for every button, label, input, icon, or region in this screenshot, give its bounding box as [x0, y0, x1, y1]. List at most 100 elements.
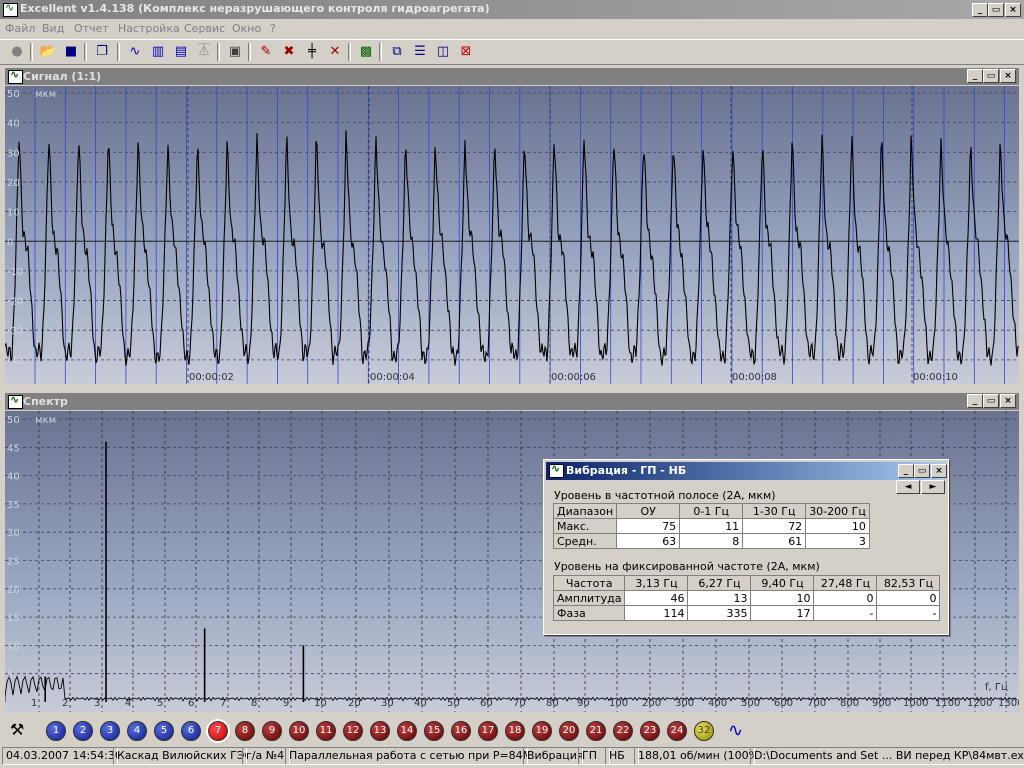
channel-button[interactable]: 8 — [235, 721, 255, 741]
tile-horizontal-icon[interactable]: ☰ — [410, 42, 430, 62]
channel-button[interactable]: 24 — [667, 721, 687, 741]
band-header-cell: 30-200 Гц — [805, 503, 870, 519]
properties-icon[interactable]: ▣ — [225, 42, 245, 62]
menu-help[interactable]: ? — [270, 22, 276, 35]
channel-button[interactable]: 17 — [478, 721, 498, 741]
signal-x-tick: 00:00:06 — [551, 372, 596, 383]
menu-report[interactable]: Отчет — [74, 22, 109, 35]
channel-button[interactable]: 18 — [505, 721, 525, 741]
restore-button[interactable]: ▭ — [988, 3, 1004, 17]
menu-view[interactable]: Вид — [42, 22, 64, 35]
tools-icon[interactable]: ✖ — [279, 42, 299, 62]
spectrum-x-tick: 80 — [546, 698, 559, 709]
spectrum-x-tick: 6 — [188, 698, 194, 709]
signal-minimize-button[interactable]: _ — [967, 69, 983, 83]
next-button[interactable]: ► — [921, 480, 945, 494]
signal-wave-icon[interactable]: ∿ — [125, 42, 145, 62]
toolbar-separator — [84, 43, 87, 61]
status-bar: 04.03.2007 14:54:30 Каскад Вилюйских ГЭС г… — [0, 745, 1024, 768]
signal-maximize-button[interactable]: ▭ — [983, 69, 999, 83]
menu-settings[interactable]: Настройка — [118, 22, 180, 35]
toolbar-separator — [30, 43, 33, 61]
cursor-cross-icon[interactable]: ✕ — [325, 42, 345, 62]
prev-button[interactable]: ◄ — [896, 480, 920, 494]
spectrum-minimize-button[interactable]: _ — [967, 394, 983, 408]
channel-button[interactable]: 22 — [613, 721, 633, 741]
channel-button[interactable]: 20 — [559, 721, 579, 741]
spectrum-y-tick: 25 — [7, 557, 20, 568]
signal-unit-label: мкм — [35, 89, 56, 100]
status-panel: г/а №4 — [242, 747, 290, 765]
channel-button[interactable]: 32 — [694, 721, 714, 741]
monitor-icon[interactable]: ▩ — [356, 42, 376, 62]
copy-icon[interactable]: ❐ — [92, 42, 112, 62]
spectrum-x-tick: 4 — [125, 698, 131, 709]
vibration-window-icon — [549, 462, 564, 478]
signal-y-tick: -20 — [7, 297, 23, 308]
close-windows-icon[interactable]: ⊠ — [456, 42, 476, 62]
open-folder-icon[interactable]: 📂 — [38, 42, 58, 62]
menu-file[interactable]: Файл — [5, 22, 35, 35]
spectrum-x-tick: 2 — [62, 698, 68, 709]
signal-view-icon[interactable]: ∿ — [728, 720, 743, 741]
spectrum-maximize-button[interactable]: ▭ — [983, 394, 999, 408]
channel-button[interactable]: 3 — [100, 721, 120, 741]
spectrum-close-button[interactable]: × — [1000, 394, 1016, 408]
channel-button[interactable]: 19 — [532, 721, 552, 741]
calibrate-icon[interactable]: ✎ — [256, 42, 276, 62]
minimize-button[interactable]: _ — [972, 3, 988, 17]
channel-button[interactable]: 7 — [206, 719, 230, 743]
fixed-header-cell: 3,13 Гц — [624, 575, 689, 591]
spectrum-x-tick: 5 — [157, 698, 163, 709]
tile-cascade-icon[interactable]: ⧉ — [387, 42, 407, 62]
fixed-header-cell: 27,48 Гц — [813, 575, 878, 591]
channel-button[interactable]: 6 — [181, 721, 201, 741]
signal-y-tick: 40 — [7, 119, 20, 130]
spectrum-y-tick: 5 — [7, 670, 13, 681]
channel-button[interactable]: 23 — [640, 721, 660, 741]
close-button[interactable]: × — [1005, 3, 1021, 17]
toolbar-separator — [117, 43, 120, 61]
channel-button[interactable]: 2 — [73, 721, 93, 741]
channel-button[interactable]: 4 — [127, 721, 147, 741]
spectrum-window-title: Спектр — [23, 395, 68, 408]
signal-close-button[interactable]: × — [1000, 69, 1016, 83]
band-cell: 75 — [616, 518, 681, 534]
sliders-icon[interactable]: ╪ — [302, 42, 322, 62]
signal-x-tick: 00:00:02 — [189, 372, 234, 383]
menu-window[interactable]: Окно — [232, 22, 261, 35]
vibration-maximize-button[interactable]: ▭ — [914, 464, 930, 478]
menu-service[interactable]: Сервис — [184, 22, 225, 35]
signal-plot[interactable]: 50 40 30 20 10 0 -10 -20 -30 -40 мкм 00:00:02 00:00:… — [5, 86, 1019, 384]
channel-button[interactable]: 9 — [262, 721, 282, 741]
vibration-minimize-button[interactable]: _ — [898, 464, 914, 478]
channel-button[interactable]: 1 — [46, 721, 66, 741]
toolbar-separator — [379, 43, 382, 61]
spectrum-x-tick: 20 — [348, 698, 361, 709]
channel-button[interactable]: 13 — [370, 721, 390, 741]
tile-vertical-icon[interactable]: ◫ — [433, 42, 453, 62]
channel-button[interactable]: 12 — [343, 721, 363, 741]
signal-y-tick: 20 — [7, 178, 20, 189]
channel-button[interactable]: 21 — [586, 721, 606, 741]
channel-button[interactable]: 5 — [154, 721, 174, 741]
channel-button[interactable]: 11 — [316, 721, 336, 741]
fixed-cell: 0 — [876, 590, 941, 606]
spectrum-icon[interactable]: ▥ — [148, 42, 168, 62]
save-icon[interactable]: ■ — [61, 42, 81, 62]
channel-button[interactable]: 10 — [289, 721, 309, 741]
filter-icon[interactable]: ⏄ — [194, 42, 214, 62]
fixed-cell: 17 — [750, 605, 815, 621]
record-icon[interactable]: ● — [7, 42, 27, 62]
signal-y-tick: -40 — [7, 356, 23, 367]
vibration-title: Вибрация - ГП - НБ — [566, 464, 687, 477]
hammer-tools-icon[interactable]: ⚒ — [10, 720, 24, 739]
channel-button[interactable]: 15 — [424, 721, 444, 741]
vibration-close-button[interactable]: × — [931, 464, 947, 478]
band-row-label: Средн. — [552, 533, 618, 549]
channel-button[interactable]: 14 — [397, 721, 417, 741]
signal-y-tick: 50 — [7, 89, 20, 100]
band-header-cell: 0-1 Гц — [679, 503, 744, 519]
channel-button[interactable]: 16 — [451, 721, 471, 741]
bars-icon[interactable]: ▤ — [171, 42, 191, 62]
